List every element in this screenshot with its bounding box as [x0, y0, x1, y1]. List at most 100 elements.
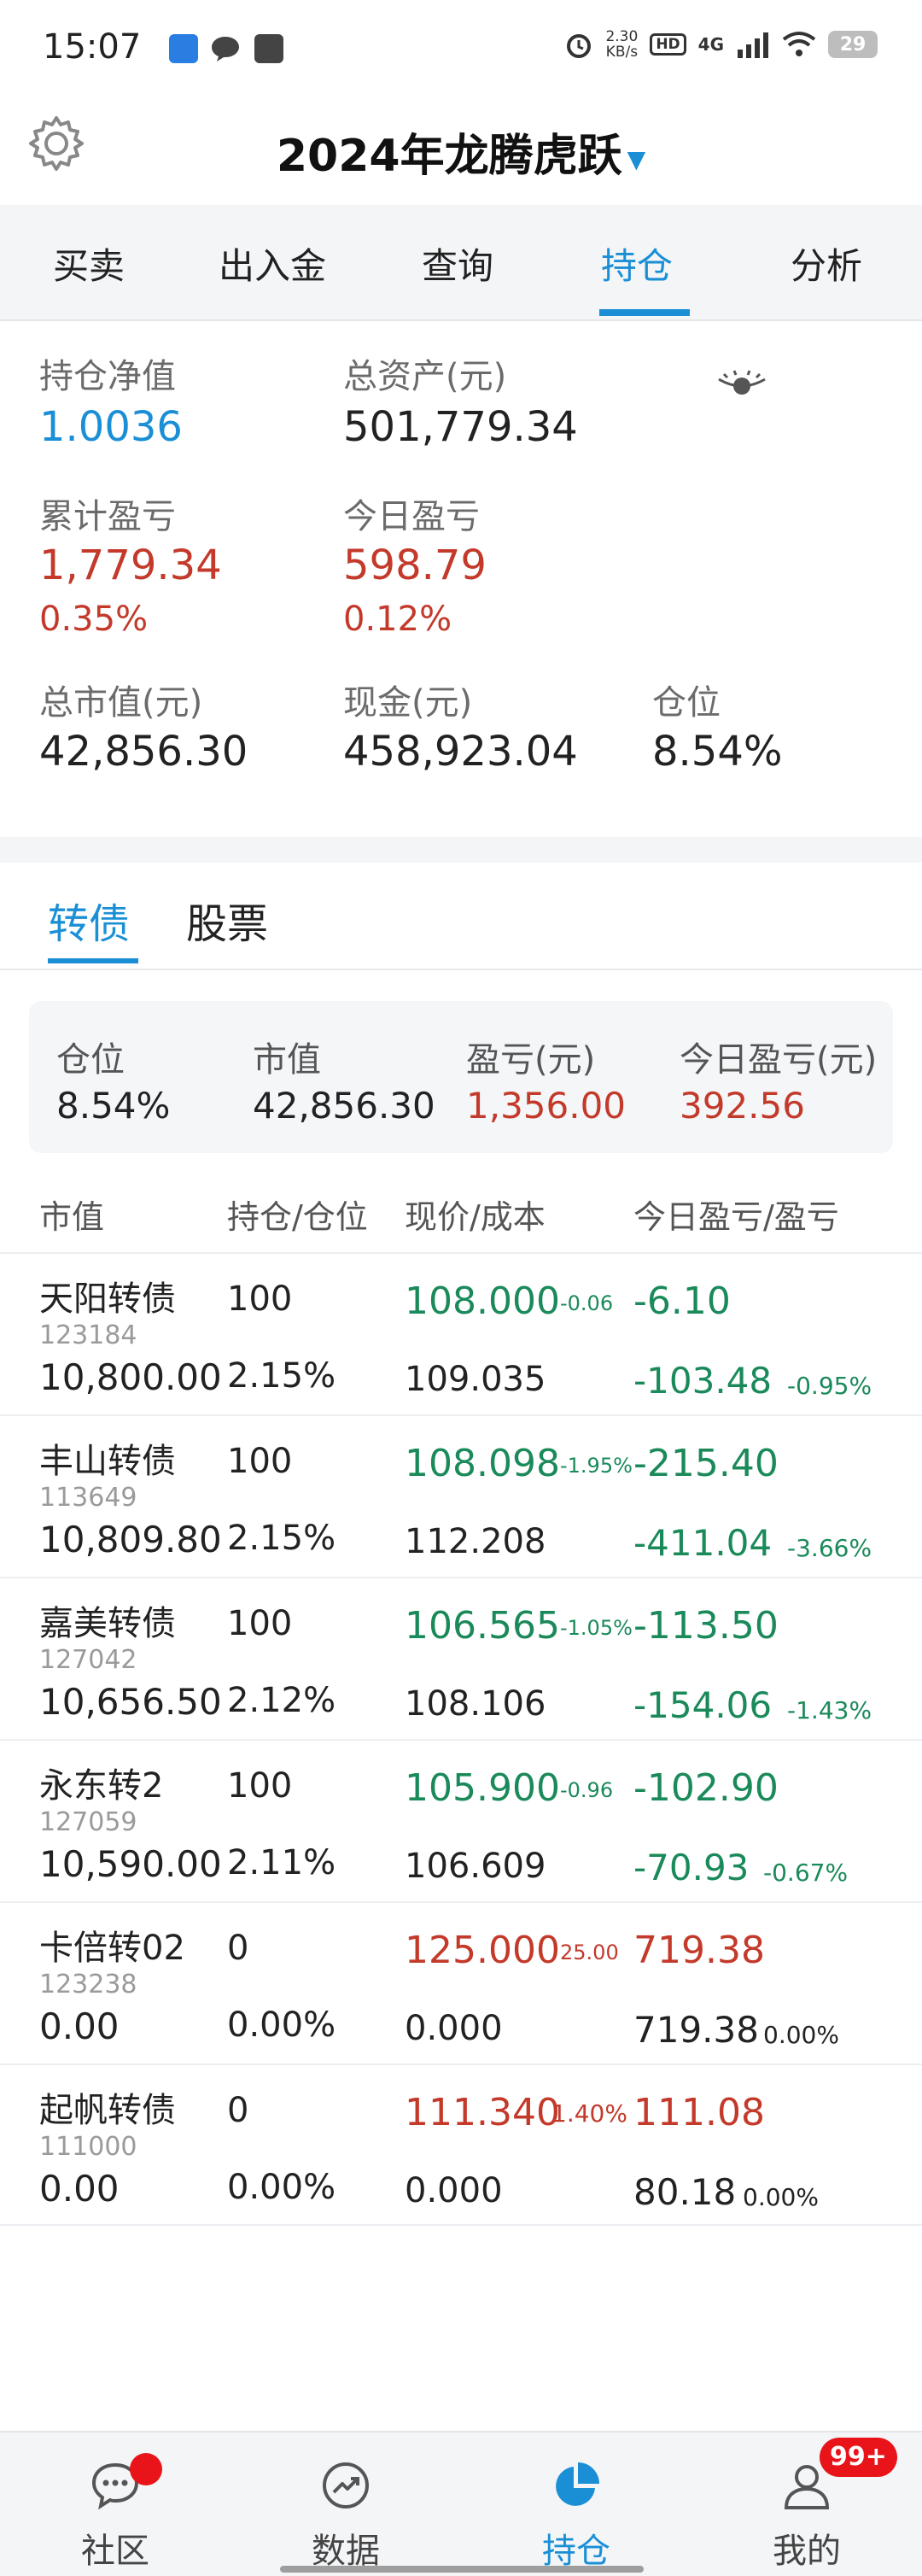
quantity: 0 — [227, 1929, 249, 1968]
total-assets-label: 总资产(元) — [343, 357, 507, 396]
nav-label-community: 社区 — [81, 2532, 149, 2571]
total-pl: -103.48 — [633, 1360, 773, 1402]
card-market-value-label: 市值 — [253, 1040, 321, 1080]
subtab-divider — [0, 969, 922, 970]
today-pl-percent: 0.12% — [343, 600, 452, 639]
nav-label: 持仓净值 — [39, 357, 176, 396]
bond-code: 111000 — [39, 2132, 137, 2162]
table-end-divider — [0, 2224, 922, 2226]
card-pl-label: 盈亏(元) — [466, 1040, 596, 1080]
dropdown-caret-icon: ▼ — [627, 144, 646, 173]
cost-price: 0.000 — [405, 2171, 503, 2210]
current-price: 108.098 — [405, 1442, 560, 1485]
cash-value: 458,923.04 — [343, 728, 578, 776]
total-pl-percent: 0.00% — [763, 2021, 839, 2049]
signal-icon — [738, 32, 768, 58]
home-indicator[interactable] — [280, 2566, 644, 2573]
holdings-summary-card: 仓位 8.54% 市值 42,856.30 盈亏(元) 1,356.00 今日盈… — [29, 1001, 893, 1153]
zhihu-app-icon — [169, 34, 198, 63]
table-row[interactable]: 卡倍转02 123238 0.00 0 0.00% 125.000 25.00 … — [0, 1901, 922, 2064]
total-pl-percent: -3.66% — [787, 1534, 872, 1562]
market-value: 10,800.00 — [39, 1356, 222, 1398]
today-pl: -6.10 — [633, 1279, 731, 1323]
quantity: 100 — [227, 1442, 293, 1481]
trend-chart-icon — [323, 2462, 369, 2509]
total-pl-percent: -0.67% — [763, 1859, 849, 1887]
column-header-pl[interactable]: 今日盈亏/盈亏 — [633, 1191, 839, 1238]
cost-price: 109.035 — [405, 1360, 546, 1399]
position-ratio: 2.15% — [227, 1519, 336, 1558]
quantity: 0 — [227, 2091, 249, 2130]
table-row[interactable]: 天阳转债 123184 10,800.00 100 2.15% 108.000 … — [0, 1252, 922, 1414]
tab-funds[interactable]: 出入金 — [219, 237, 326, 290]
cumulative-pl-label: 累计盈亏 — [39, 497, 176, 536]
status-time: 15:07 — [43, 27, 142, 67]
today-pl: -215.40 — [633, 1442, 779, 1485]
page-title: 2024年龙腾虎跃 — [276, 131, 622, 182]
account-selector[interactable]: 2024年龙腾虎跃 ▼ — [0, 120, 922, 184]
total-pl-percent: -1.43% — [787, 1696, 872, 1724]
tab-positions[interactable]: 持仓 — [601, 237, 673, 290]
position-ratio: 2.15% — [227, 1356, 336, 1396]
bond-name: 丰山转债 — [39, 1442, 176, 1481]
total-pl: -154.06 — [633, 1684, 773, 1726]
market-value-label: 总市值(元) — [39, 683, 203, 723]
quantity: 100 — [227, 1766, 293, 1806]
cost-price: 0.000 — [405, 2009, 503, 2048]
quantity: 100 — [227, 1604, 293, 1643]
table-row[interactable]: 永东转2 127059 10,590.00 100 2.11% 105.900 … — [0, 1739, 922, 1901]
notification-badge: 99+ — [820, 2438, 897, 2477]
subtab-stocks[interactable]: 股票 — [186, 890, 268, 950]
bond-code: 127059 — [39, 1807, 137, 1837]
nav-data[interactable]: 数据 — [230, 2433, 461, 2576]
total-pl: -70.93 — [633, 1847, 750, 1888]
battery-indicator: 29 — [828, 31, 878, 58]
nav-community[interactable]: 社区 — [0, 2433, 230, 2576]
column-header-holding-ratio[interactable]: 持仓/仓位 — [227, 1191, 368, 1238]
market-value: 10,809.80 — [39, 1519, 222, 1560]
bond-code: 123238 — [39, 1970, 137, 1999]
current-price: 111.340 — [405, 2091, 560, 2134]
bottom-nav: 社区 数据 持仓 99+ 我的 — [0, 2431, 922, 2576]
position-ratio: 2.11% — [227, 1843, 336, 1882]
tab-query[interactable]: 查询 — [422, 237, 493, 290]
network-type: 4G — [697, 34, 724, 55]
position-label: 仓位 — [652, 683, 721, 723]
table-row[interactable]: 丰山转债 113649 10,809.80 100 2.15% 108.098 … — [0, 1414, 922, 1577]
pie-chart-icon — [556, 2462, 599, 2506]
app-notification-icon — [254, 34, 283, 63]
status-indicators: 2.30 KB/s HD 4G 29 — [564, 29, 878, 60]
price-change: 1.40% — [551, 2099, 627, 2128]
bond-name: 卡倍转02 — [39, 1929, 185, 1968]
column-header-price-cost[interactable]: 现价/成本 — [405, 1191, 546, 1238]
position-ratio: 0.00% — [227, 2005, 336, 2045]
cost-price: 112.208 — [405, 1522, 546, 1561]
today-pl: 111.08 — [633, 2091, 765, 2134]
section-divider — [0, 837, 922, 863]
wifi-icon — [782, 32, 816, 56]
card-pl-value: 1,356.00 — [466, 1085, 627, 1127]
notification-dot — [130, 2453, 162, 2485]
tab-analysis[interactable]: 分析 — [791, 237, 862, 290]
cumulative-pl-percent: 0.35% — [39, 600, 149, 639]
table-row[interactable]: 嘉美转债 127042 10,656.50 100 2.12% 106.565 … — [0, 1577, 922, 1739]
cash-label: 现金(元) — [343, 683, 473, 723]
card-position-label: 仓位 — [56, 1040, 125, 1080]
bond-name: 嘉美转债 — [39, 1604, 176, 1643]
cumulative-pl-value: 1,779.34 — [39, 542, 222, 589]
nav-me[interactable]: 99+ 我的 — [692, 2433, 922, 2576]
nav-positions[interactable]: 持仓 — [461, 2433, 692, 2576]
today-pl-value: 598.79 — [343, 542, 487, 589]
tab-trade[interactable]: 买卖 — [53, 237, 125, 290]
network-speed: 2.30 KB/s — [605, 28, 639, 61]
eye-icon[interactable] — [715, 367, 768, 401]
bond-name: 起帆转债 — [39, 2091, 176, 2130]
table-row[interactable]: 起帆转债 111000 0.00 0 0.00% 111.340 1.40% 0… — [0, 2064, 922, 2226]
market-value: 10,656.50 — [39, 1681, 222, 1723]
bond-code: 127042 — [39, 1645, 137, 1675]
column-header-market-value[interactable]: 市值 — [39, 1191, 104, 1238]
quantity: 100 — [227, 1279, 293, 1319]
hd-indicator: HD — [650, 33, 686, 56]
today-pl: -102.90 — [633, 1766, 779, 1810]
subtab-convertible-bonds[interactable]: 转债 — [48, 890, 130, 950]
